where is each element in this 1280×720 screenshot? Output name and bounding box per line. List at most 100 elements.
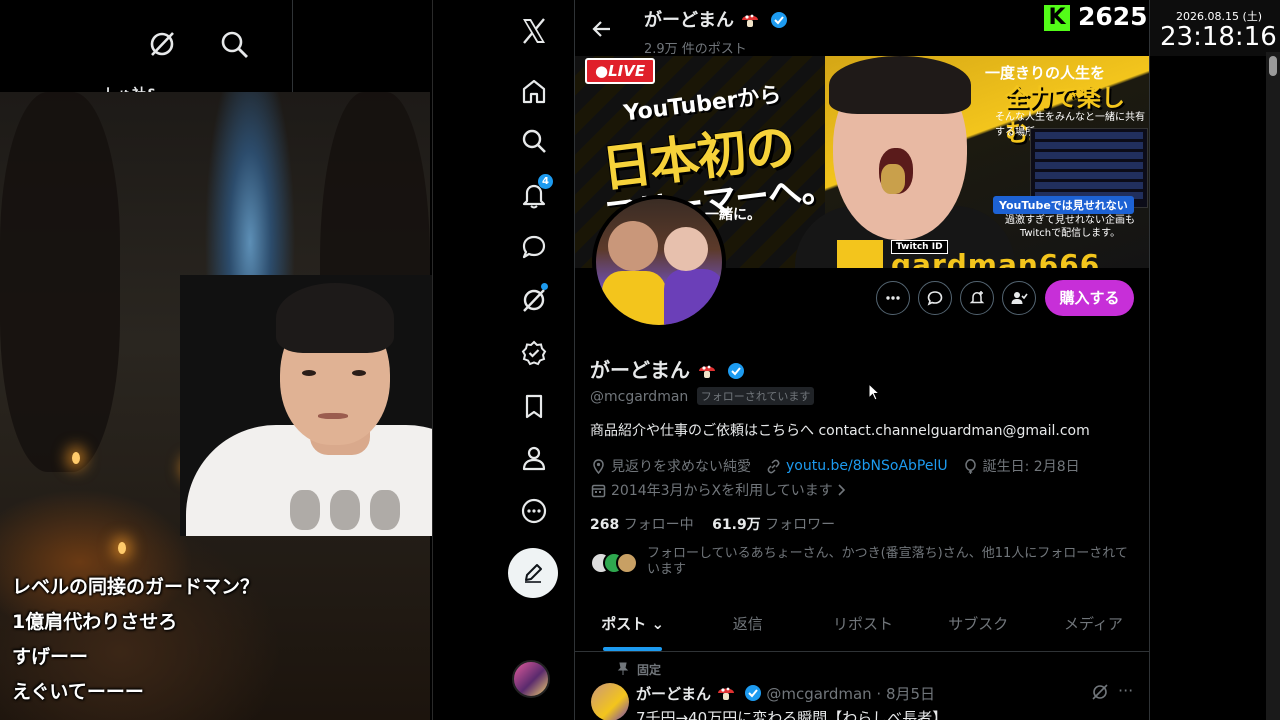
profile-avatar[interactable] bbox=[592, 195, 726, 329]
person-check-icon bbox=[1011, 292, 1028, 304]
account-avatar[interactable] bbox=[512, 660, 550, 698]
display-name: がーどまん bbox=[590, 354, 745, 383]
post-more-icon[interactable]: ··· bbox=[1118, 681, 1133, 700]
following-button[interactable] bbox=[1002, 281, 1036, 315]
buy-button[interactable]: 購入する bbox=[1045, 280, 1134, 316]
arrow-left-icon bbox=[592, 21, 610, 37]
tab-label: ポスト bbox=[601, 615, 647, 633]
grok-icon[interactable] bbox=[146, 28, 178, 60]
followed-by-text: フォローしているあちょーさん、かつき(番宣落ち)さん、他11人にフォローされてい… bbox=[647, 546, 1128, 577]
follow-stats: 268 フォロー中 61.9万 フォロワー bbox=[590, 514, 835, 534]
streamer-eye bbox=[352, 370, 366, 376]
profile-meta: 見返りを求めない純愛 youtu.be/8bNSoAbPelU 誕生日: 2月8… bbox=[590, 456, 1080, 476]
clock-time: 23:18:16 bbox=[1160, 22, 1277, 52]
mushroom-emoji-icon bbox=[716, 684, 736, 702]
mushroom-emoji-icon bbox=[740, 11, 760, 29]
display-name-text: がーどまん bbox=[590, 358, 690, 382]
username: @mcgardman フォローされています bbox=[590, 387, 815, 405]
chat-captions: レベルの同接のガードマン？ 1億肩代わりさせろ すげーー えぐいてーーー bbox=[12, 573, 259, 713]
calendar-icon bbox=[591, 484, 606, 497]
location-icon bbox=[593, 458, 604, 474]
following-label: フォロー中 bbox=[623, 517, 694, 533]
grok-nav-icon[interactable] bbox=[519, 283, 549, 315]
banner-food bbox=[881, 164, 905, 194]
shirt-print bbox=[370, 490, 400, 530]
bell-plus-icon bbox=[969, 291, 985, 304]
followers-link[interactable]: 61.9万 フォロワー bbox=[712, 517, 835, 533]
back-button[interactable] bbox=[591, 18, 613, 40]
verified-badge-icon bbox=[744, 684, 762, 702]
header-name: がーどまん bbox=[644, 6, 788, 32]
home-icon[interactable] bbox=[519, 76, 549, 106]
followers-count: 61.9万 bbox=[712, 517, 761, 533]
banner-yt-label: YouTubeでは見せれない bbox=[993, 196, 1134, 214]
caption-line: 1億肩代わりさせろ bbox=[12, 611, 178, 633]
compose-post-button[interactable] bbox=[508, 548, 558, 598]
ellipsis-icon bbox=[886, 296, 900, 300]
chevron-right-icon bbox=[838, 484, 845, 496]
notification-badge: 4 bbox=[538, 174, 553, 189]
birthday-text: 誕生日: 2月8日 bbox=[982, 459, 1080, 475]
follower-avatar bbox=[616, 552, 638, 574]
x-nav-sidebar: 4 bbox=[432, 0, 574, 720]
banner-handle: gardman666 bbox=[891, 248, 1101, 268]
banner-yt-sub: 過激すぎて見せれない企画も Twitchで配信します。 bbox=[1005, 215, 1135, 239]
followed-by[interactable]: フォローしているあちょーさん、かつき(番宣落ち)さん、他11人にフォローされてい… bbox=[590, 546, 1140, 582]
clock-overlay: 2026.08.15 (土) 23:18:16 bbox=[1150, 0, 1280, 56]
grok-dot bbox=[541, 283, 548, 290]
location-text: 見返りを求めない純愛 bbox=[611, 459, 751, 475]
follows-you-badge: フォローされています bbox=[696, 387, 815, 405]
notify-button[interactable] bbox=[960, 281, 994, 315]
bio: 商品紹介や仕事のご依頼はこちらへ contact.channelguardman… bbox=[590, 423, 1090, 439]
twitch-logo-icon bbox=[837, 240, 883, 268]
shirt-print bbox=[330, 490, 360, 530]
followers-label: フォロワー bbox=[765, 517, 836, 533]
pinned-post[interactable]: 固定 がーどまん @mcgardman · 8月5日 7千円→40万円に変わる瞬… bbox=[575, 653, 1149, 720]
post-header: がーどまん @mcgardman · 8月5日 bbox=[636, 683, 935, 704]
profile-link[interactable]: youtu.be/8bNSoAbPelU bbox=[786, 458, 948, 474]
tab-subscriptions[interactable]: サブスク bbox=[921, 604, 1036, 651]
caption-line: レベルの同接のガードマン？ bbox=[12, 576, 260, 598]
profile-main: がーどまん 2.9万 件のポスト ●LIVE YouTuberから 日本初の フ… bbox=[574, 0, 1150, 720]
post-avatar[interactable] bbox=[591, 683, 629, 720]
post-handle-date: @mcgardman · 8月5日 bbox=[766, 685, 936, 703]
scrollbar-thumb[interactable] bbox=[1269, 56, 1277, 76]
bookmarks-icon[interactable] bbox=[519, 391, 549, 421]
tab-reposts[interactable]: リポスト bbox=[805, 604, 920, 651]
more-icon[interactable] bbox=[519, 496, 549, 526]
search-icon[interactable] bbox=[218, 28, 250, 60]
verified-badge-icon[interactable] bbox=[727, 362, 745, 380]
following-count: 268 bbox=[590, 517, 620, 533]
avatar-face bbox=[608, 221, 658, 271]
avatar-face bbox=[664, 227, 708, 271]
pin-icon bbox=[617, 662, 629, 675]
banner-line4: 一緒に。 bbox=[705, 207, 761, 223]
notifications-icon[interactable]: 4 bbox=[519, 174, 553, 210]
tab-media[interactable]: メディア bbox=[1036, 604, 1149, 651]
compose-icon bbox=[525, 564, 542, 583]
messages-icon[interactable] bbox=[519, 232, 549, 262]
explore-search-icon[interactable] bbox=[519, 126, 549, 156]
more-options-button[interactable] bbox=[876, 281, 910, 315]
profile-joined[interactable]: 2014年3月からXを利用しています bbox=[590, 480, 847, 500]
tab-posts[interactable]: ポスト ⌄ bbox=[575, 604, 690, 651]
torch bbox=[72, 452, 80, 464]
tab-replies[interactable]: 返信 bbox=[690, 604, 805, 651]
verified-orgs-icon[interactable] bbox=[519, 338, 549, 368]
page-scrollbar[interactable] bbox=[1266, 52, 1280, 720]
grok-profile-button[interactable] bbox=[918, 281, 952, 315]
profile-icon[interactable] bbox=[519, 443, 549, 473]
pinned-label: 固定 bbox=[637, 663, 662, 677]
banner-hair bbox=[829, 56, 971, 114]
x-logo-icon[interactable] bbox=[519, 16, 549, 46]
kick-logo: K bbox=[1044, 5, 1070, 31]
avatar-shirt bbox=[664, 269, 722, 325]
grok-post-icon[interactable] bbox=[1091, 683, 1109, 701]
caption-line: すげーー bbox=[12, 646, 89, 668]
viewer-count: 2625 bbox=[1078, 2, 1148, 31]
following-link[interactable]: 268 フォロー中 bbox=[590, 517, 694, 533]
left-topbar: しゅ社& bbox=[0, 0, 430, 103]
streamer-mouth bbox=[318, 413, 348, 419]
post-author[interactable]: がーどまん bbox=[636, 685, 711, 703]
post-text: 7千円→40万円に変わる瞬間【わらしべ長者】 bbox=[636, 709, 948, 720]
